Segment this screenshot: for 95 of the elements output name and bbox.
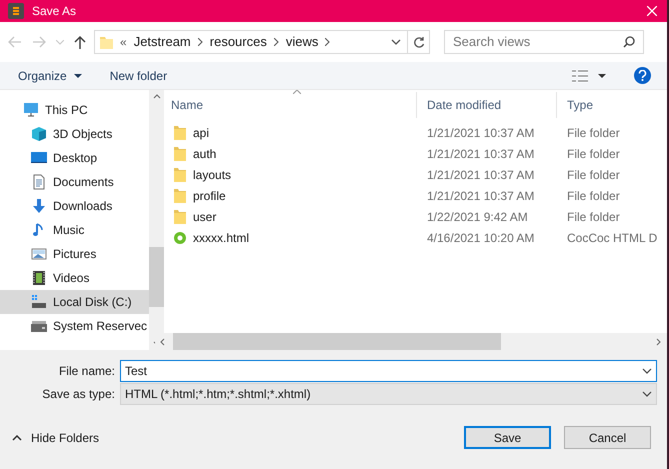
caret-icon [598, 74, 606, 78]
chevron-icon [325, 38, 330, 46]
folder-icon [99, 34, 114, 50]
document-icon [31, 174, 47, 190]
browser-icon [173, 230, 187, 244]
sidebar-item[interactable]: Downloads [0, 194, 150, 218]
scroll-right-icon [656, 338, 661, 346]
folder-icon [173, 188, 187, 204]
type-cell-text: CocCoc HTML D [566, 230, 658, 246]
date-cell-text: 1/21/2021 10:37 AM [426, 166, 536, 184]
horizontal-scrollbar[interactable] [155, 333, 667, 350]
sidebar-item[interactable]: 3D Objects [0, 122, 150, 146]
caret-icon [74, 74, 82, 78]
organize-button[interactable]: Organize [18, 66, 82, 84]
search-field[interactable]: Search views [444, 30, 644, 54]
sidebar-item[interactable]: Pictures [0, 242, 150, 266]
folder-icon [173, 208, 187, 224]
cube-icon [31, 126, 47, 142]
type-cell-text: File folder [566, 146, 621, 162]
file-name[interactable]: xxxxx.html [193, 228, 250, 246]
type-cell-text: File folder [566, 208, 621, 226]
window-title: Save As [32, 3, 76, 20]
sidebar-item[interactable]: Music [0, 218, 150, 242]
disk-drive-icon [31, 294, 47, 310]
sidebar-item[interactable]: Documents [0, 170, 150, 194]
column-header[interactable]: Name [161, 92, 416, 118]
date-cell-text: 1/21/2021 10:37 AM [426, 146, 536, 162]
scrollbar-thumb[interactable] [149, 247, 164, 307]
hide-folders-button[interactable]: Hide Folders [12, 428, 100, 446]
monitor-icon [23, 102, 39, 118]
address-bar[interactable]: « Jetstream resources views [94, 30, 430, 54]
breadcrumb-item[interactable]: views [286, 32, 318, 52]
drive-icon [31, 318, 47, 334]
scroll-left-icon [160, 338, 165, 346]
cancel-button[interactable]: Cancel [564, 426, 651, 449]
picture-icon [31, 246, 47, 262]
type-cell-text: File folder [566, 166, 621, 184]
chevron-icon [274, 38, 279, 46]
overflow-chevron[interactable]: « [120, 33, 127, 51]
app-icon [8, 3, 24, 19]
view-list-icon [572, 70, 588, 82]
forward-icon [32, 36, 46, 48]
column-header[interactable]: Date modified [416, 92, 556, 118]
folder-icon [173, 124, 187, 140]
dropdown-icon [642, 368, 652, 374]
date-cell-text: 1/22/2021 9:42 AM [426, 208, 529, 226]
chevron-icon [198, 38, 203, 46]
scrollbar-thumb[interactable] [173, 333, 501, 350]
vertical-scrollbar[interactable] [149, 90, 164, 350]
type-cell-text: File folder [566, 188, 621, 204]
type-cell-text: File folder [566, 124, 621, 142]
breadcrumb-item[interactable]: resources [210, 32, 267, 52]
search-icon [623, 36, 635, 48]
up-arrow-icon [74, 35, 86, 49]
field-value: Test [125, 363, 148, 380]
download-arrow-icon [31, 198, 47, 214]
scroll-up-icon [152, 94, 161, 99]
column-header[interactable]: Type [556, 92, 660, 118]
file-name[interactable]: api [193, 124, 210, 142]
file-name[interactable]: layouts [193, 166, 232, 184]
sidebar-item[interactable]: This PC [0, 98, 150, 122]
folder-icon [173, 146, 187, 162]
file-name-field[interactable]: Test [120, 360, 657, 382]
help-icon [638, 70, 647, 81]
file-name[interactable]: auth [193, 144, 216, 162]
search-placeholder: Search views [453, 33, 532, 52]
chevron-up-icon [12, 434, 22, 440]
film-icon [31, 270, 47, 286]
date-cell-text: 1/21/2021 10:37 AM [426, 124, 536, 142]
dropdown-icon [642, 391, 652, 397]
dropdown-icon [391, 39, 401, 45]
date-cell-text: 4/16/2021 10:20 AM [426, 230, 536, 246]
sidebar-item[interactable]: Videos [0, 266, 150, 290]
file-name[interactable]: user [193, 208, 216, 226]
sidebar-item[interactable]: System Reservec [0, 314, 150, 338]
close-icon [647, 6, 657, 16]
file-name[interactable]: profile [193, 186, 226, 204]
refresh-icon [412, 36, 424, 48]
desktop-icon [31, 150, 47, 166]
breadcrumb-item[interactable]: Jetstream [134, 32, 191, 52]
sidebar-item[interactable]: Local Disk (C:) [0, 290, 150, 314]
sidebar-item[interactable]: Desktop [0, 146, 150, 170]
caret-icon [56, 40, 64, 44]
field-value: HTML (*.html;*.htm;*.shtml;*.xhtml) [125, 386, 312, 403]
folder-icon [173, 166, 187, 182]
field-label: File name: [58, 363, 116, 380]
sort-caret-icon [293, 90, 301, 94]
back-icon [8, 36, 22, 48]
help-button[interactable] [634, 67, 651, 84]
field-label: Save as type: [41, 386, 116, 403]
view-options-button[interactable] [572, 70, 606, 82]
save-type-dropdown[interactable]: HTML (*.html;*.htm;*.shtml;*.xhtml) [120, 383, 657, 405]
save-button[interactable]: Save [464, 426, 551, 449]
date-cell-text: 1/21/2021 10:37 AM [426, 188, 536, 204]
new-folder-button[interactable]: New folder [110, 66, 168, 84]
